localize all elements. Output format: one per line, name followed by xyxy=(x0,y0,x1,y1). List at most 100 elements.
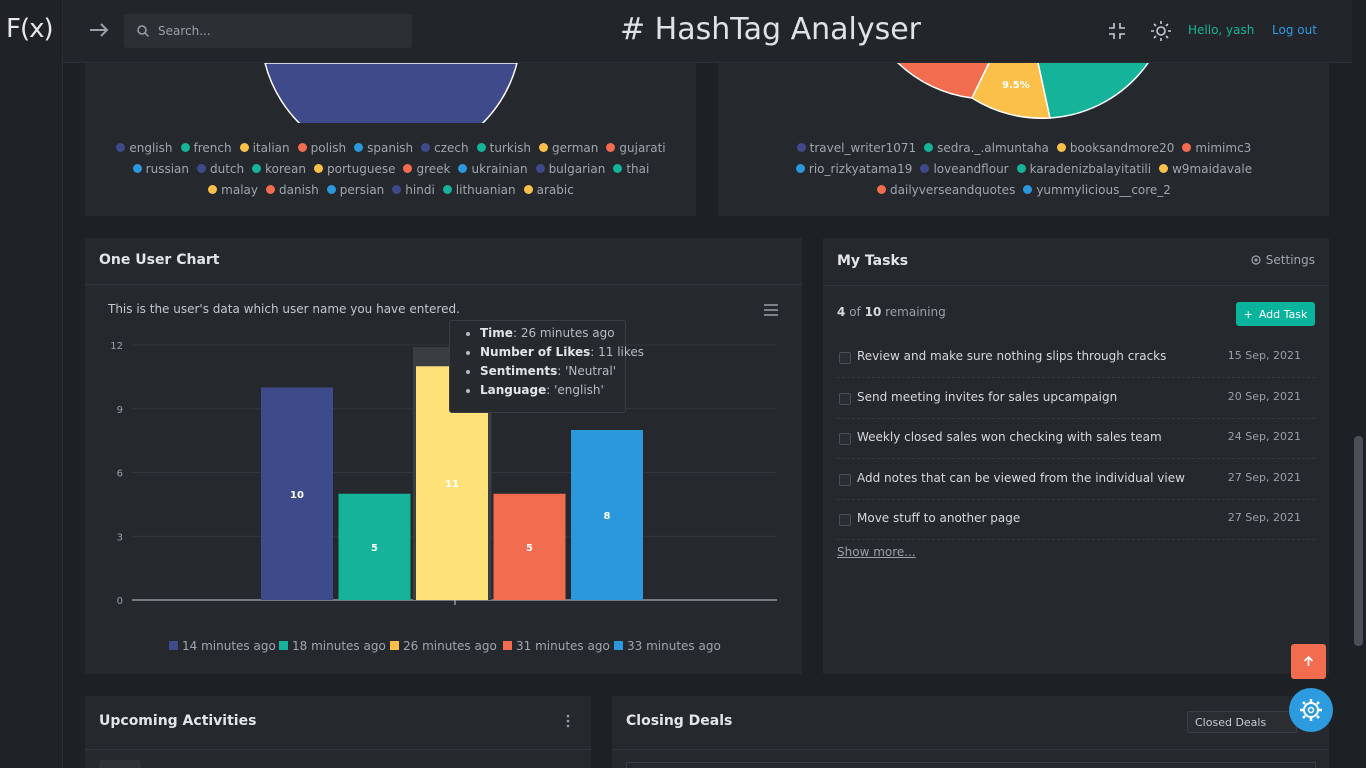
language-legend-item[interactable]: polish xyxy=(297,140,346,155)
task-checkbox[interactable] xyxy=(839,473,851,486)
search-input[interactable] xyxy=(158,14,408,48)
bar-value-label: 5 xyxy=(526,543,533,554)
language-legend-item[interactable]: turkish xyxy=(476,140,531,155)
task-checkbox[interactable] xyxy=(839,392,851,405)
legend-label: travel_writer1071 xyxy=(809,140,917,155)
user-bar-chart[interactable]: 0 3 6 9 12 10 5 11 5 8 14 minutes ago 18 minutes ag… xyxy=(85,328,802,668)
legend-label: dailyverseandquotes xyxy=(890,182,1016,197)
legend-label[interactable]: 33 minutes ago xyxy=(627,639,721,653)
legend-marker xyxy=(613,164,623,173)
legend-label[interactable]: 26 minutes ago xyxy=(403,639,497,653)
pie-percent-label: 9.5% xyxy=(1002,80,1030,91)
task-text: Move stuff to another page xyxy=(857,511,1021,525)
task-checkbox[interactable] xyxy=(839,514,851,526)
bar-value-label: 11 xyxy=(445,479,459,490)
task-row[interactable]: Review and make sure nothing slips throu… xyxy=(837,338,1315,378)
legend-label: czech xyxy=(434,140,469,155)
user-greeting[interactable]: Hello, yash xyxy=(1188,23,1254,37)
task-row[interactable]: Add notes that can be viewed from the in… xyxy=(837,460,1315,500)
expand-arrow-icon[interactable] xyxy=(87,18,111,42)
deals-filter-select[interactable]: Closed Deals xyxy=(1187,711,1297,733)
gear-icon xyxy=(1300,699,1322,721)
language-legend-item[interactable]: persian xyxy=(326,182,384,197)
legend-marker xyxy=(421,143,431,152)
language-legend-item[interactable]: czech xyxy=(421,140,469,155)
language-legend-item[interactable]: gujarati xyxy=(606,140,666,155)
language-legend-item[interactable]: german xyxy=(539,140,598,155)
user-legend-item[interactable]: booksandmore20 xyxy=(1056,140,1174,155)
language-legend-item[interactable]: greek xyxy=(403,161,450,176)
legend-marker xyxy=(1056,143,1066,152)
task-row[interactable]: Weekly closed sales won checking with sa… xyxy=(837,419,1315,459)
language-pie-chart[interactable] xyxy=(255,63,535,123)
task-checkbox[interactable] xyxy=(839,352,851,364)
legend-marker xyxy=(279,641,288,650)
language-legend-item[interactable]: malay xyxy=(208,182,258,197)
language-legend-item[interactable]: spanish xyxy=(354,140,413,155)
app-logo[interactable]: F(x) xyxy=(6,14,54,44)
sun-theme-icon[interactable] xyxy=(1150,20,1172,42)
language-legend-item[interactable]: russian xyxy=(132,161,189,176)
logout-link[interactable]: Log out xyxy=(1272,23,1317,37)
legend-marker xyxy=(539,143,549,152)
legend-marker xyxy=(442,185,452,194)
tasks-settings[interactable]: Settings xyxy=(1250,253,1315,267)
language-legend-item[interactable]: lithuanian xyxy=(442,182,516,197)
tooltip-language: Language: 'english' xyxy=(480,381,625,400)
bar-value-label: 5 xyxy=(371,543,378,554)
legend-label[interactable]: 31 minutes ago xyxy=(516,639,610,653)
customizer-button[interactable] xyxy=(1289,688,1333,732)
chart-tooltip: Time: 26 minutes ago Number of Likes: 11… xyxy=(449,320,644,413)
user-legend-item[interactable]: travel_writer1071 xyxy=(796,140,917,155)
language-legend-item[interactable]: bulgarian xyxy=(535,161,605,176)
pie-slice-english[interactable] xyxy=(264,63,518,123)
scroll-top-button[interactable] xyxy=(1291,644,1326,679)
user-legend-item[interactable]: rio_rizkyatama19 xyxy=(795,161,912,176)
y-tick-label: 9 xyxy=(117,405,123,416)
task-row[interactable]: Move stuff to another page 27 Sep, 2021 xyxy=(837,500,1315,540)
language-legend-item[interactable]: arabic xyxy=(523,182,574,197)
add-task-button[interactable]: + Add Task xyxy=(1236,302,1315,326)
user-legend-item[interactable]: dailyverseandquotes xyxy=(877,182,1015,197)
more-vertical-icon[interactable] xyxy=(565,714,571,728)
legend-marker xyxy=(169,641,178,650)
show-more-link[interactable]: Show more... xyxy=(837,545,916,559)
legend-marker xyxy=(614,641,623,650)
activities-title: Upcoming Activities xyxy=(99,713,257,729)
collapse-fullscreen-icon[interactable] xyxy=(1106,20,1128,42)
user-legend-item[interactable]: loveandflour xyxy=(920,161,1009,176)
legend-label: karadenizbalayitatili xyxy=(1029,161,1152,176)
language-legend-item[interactable]: portuguese xyxy=(314,161,395,176)
language-legend-item[interactable]: french xyxy=(180,140,232,155)
tooltip-likes: Number of Likes: 11 likes xyxy=(480,343,644,362)
language-legend-item[interactable]: danish xyxy=(266,182,319,197)
language-legend-item[interactable]: korean xyxy=(252,161,306,176)
tasks-title: My Tasks xyxy=(837,253,909,269)
tooltip-sentiment: Sentiments: 'Neutral' xyxy=(480,362,625,381)
legend-label[interactable]: 18 minutes ago xyxy=(292,639,386,653)
language-legend-item[interactable]: thai xyxy=(613,161,649,176)
task-date: 15 Sep, 2021 xyxy=(1227,349,1301,362)
legend-label[interactable]: 14 minutes ago xyxy=(182,639,276,653)
tasks-card: My Tasks Settings 4 of 10 remaining + Add… xyxy=(823,238,1329,674)
user-legend-item[interactable]: mimimc3 xyxy=(1182,140,1251,155)
user-legend-item[interactable]: w9maidavale xyxy=(1159,161,1252,176)
language-legend-item[interactable]: english xyxy=(116,140,173,155)
task-checkbox[interactable] xyxy=(839,433,851,445)
users-pie-chart[interactable]: 9.5% xyxy=(888,63,1158,123)
legend-marker xyxy=(796,143,806,152)
chart-menu-icon[interactable] xyxy=(763,304,779,316)
task-row[interactable]: Send meeting invites for sales upcampaig… xyxy=(837,379,1315,419)
scrollbar-thumb[interactable] xyxy=(1354,436,1363,646)
task-text: Review and make sure nothing slips throu… xyxy=(857,349,1167,363)
language-legend-item[interactable]: ukrainian xyxy=(458,161,528,176)
language-legend-item[interactable]: hindi xyxy=(392,182,435,197)
legend-marker xyxy=(326,185,336,194)
language-legend-item[interactable]: dutch xyxy=(197,161,244,176)
user-legend-item[interactable]: yummylicious__core_2 xyxy=(1023,182,1171,197)
chart-subtitle: This is the user's data which user name … xyxy=(108,302,460,316)
user-legend-item[interactable]: sedra._.almuntaha xyxy=(924,140,1049,155)
language-legend-item[interactable]: italian xyxy=(239,140,290,155)
user-legend-item[interactable]: karadenizbalayitatili xyxy=(1016,161,1152,176)
plus-icon: + xyxy=(1243,307,1253,321)
